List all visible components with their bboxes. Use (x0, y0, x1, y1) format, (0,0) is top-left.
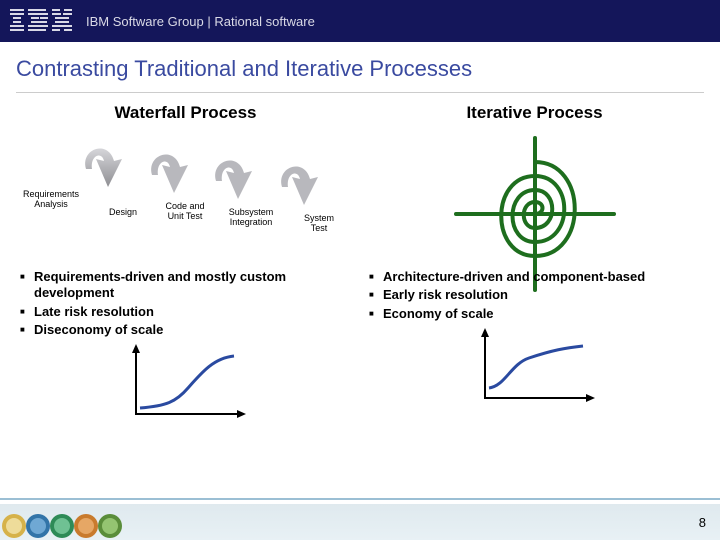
iterative-curve-icon (475, 328, 595, 406)
waterfall-arrow-icon (208, 147, 258, 205)
waterfall-bullets: Requirements-driven and mostly custom de… (16, 267, 355, 338)
waterfall-phase-label: Design (96, 207, 150, 217)
footer-bar: 8 (0, 498, 720, 540)
waterfall-phase-label: Requirements Analysis (16, 189, 86, 210)
medallion-icon (96, 506, 124, 540)
bullet-item: Economy of scale (383, 306, 702, 322)
waterfall-arrow-icon (78, 135, 128, 193)
page-number: 8 (699, 515, 706, 530)
waterfall-heading: Waterfall Process (16, 103, 355, 123)
waterfall-phase-label: System Test (294, 213, 344, 234)
waterfall-arrow-icon (144, 141, 194, 199)
ibm-logo (10, 9, 72, 33)
header-bar: IBM Software Group | Rational software (0, 0, 720, 42)
waterfall-bullets-block: Requirements-driven and mostly custom de… (16, 267, 355, 422)
waterfall-phase-label: Code and Unit Test (156, 201, 214, 222)
bullets-row: Requirements-driven and mostly custom de… (0, 263, 720, 422)
iterative-bullets-block: Architecture-driven and component-based … (365, 267, 704, 422)
ibm-logo-icon (10, 9, 72, 33)
iterative-heading: Iterative Process (365, 103, 704, 123)
page-title: Contrasting Traditional and Iterative Pr… (16, 56, 704, 93)
bullet-item: Early risk resolution (383, 287, 702, 303)
footer-medallion-strip (0, 504, 120, 540)
waterfall-curve-icon (126, 344, 246, 422)
bullet-item: Architecture-driven and component-based (383, 269, 702, 285)
iterative-bullets: Architecture-driven and component-based … (365, 267, 704, 322)
waterfall-phase-label: Subsystem Integration (220, 207, 282, 228)
header-text: IBM Software Group | Rational software (86, 14, 315, 29)
bullet-item: Diseconomy of scale (34, 322, 353, 338)
waterfall-arrow-icon (274, 153, 324, 211)
title-block: Contrasting Traditional and Iterative Pr… (0, 42, 720, 99)
bullet-item: Requirements-driven and mostly custom de… (34, 269, 353, 302)
bullet-item: Late risk resolution (34, 304, 353, 320)
